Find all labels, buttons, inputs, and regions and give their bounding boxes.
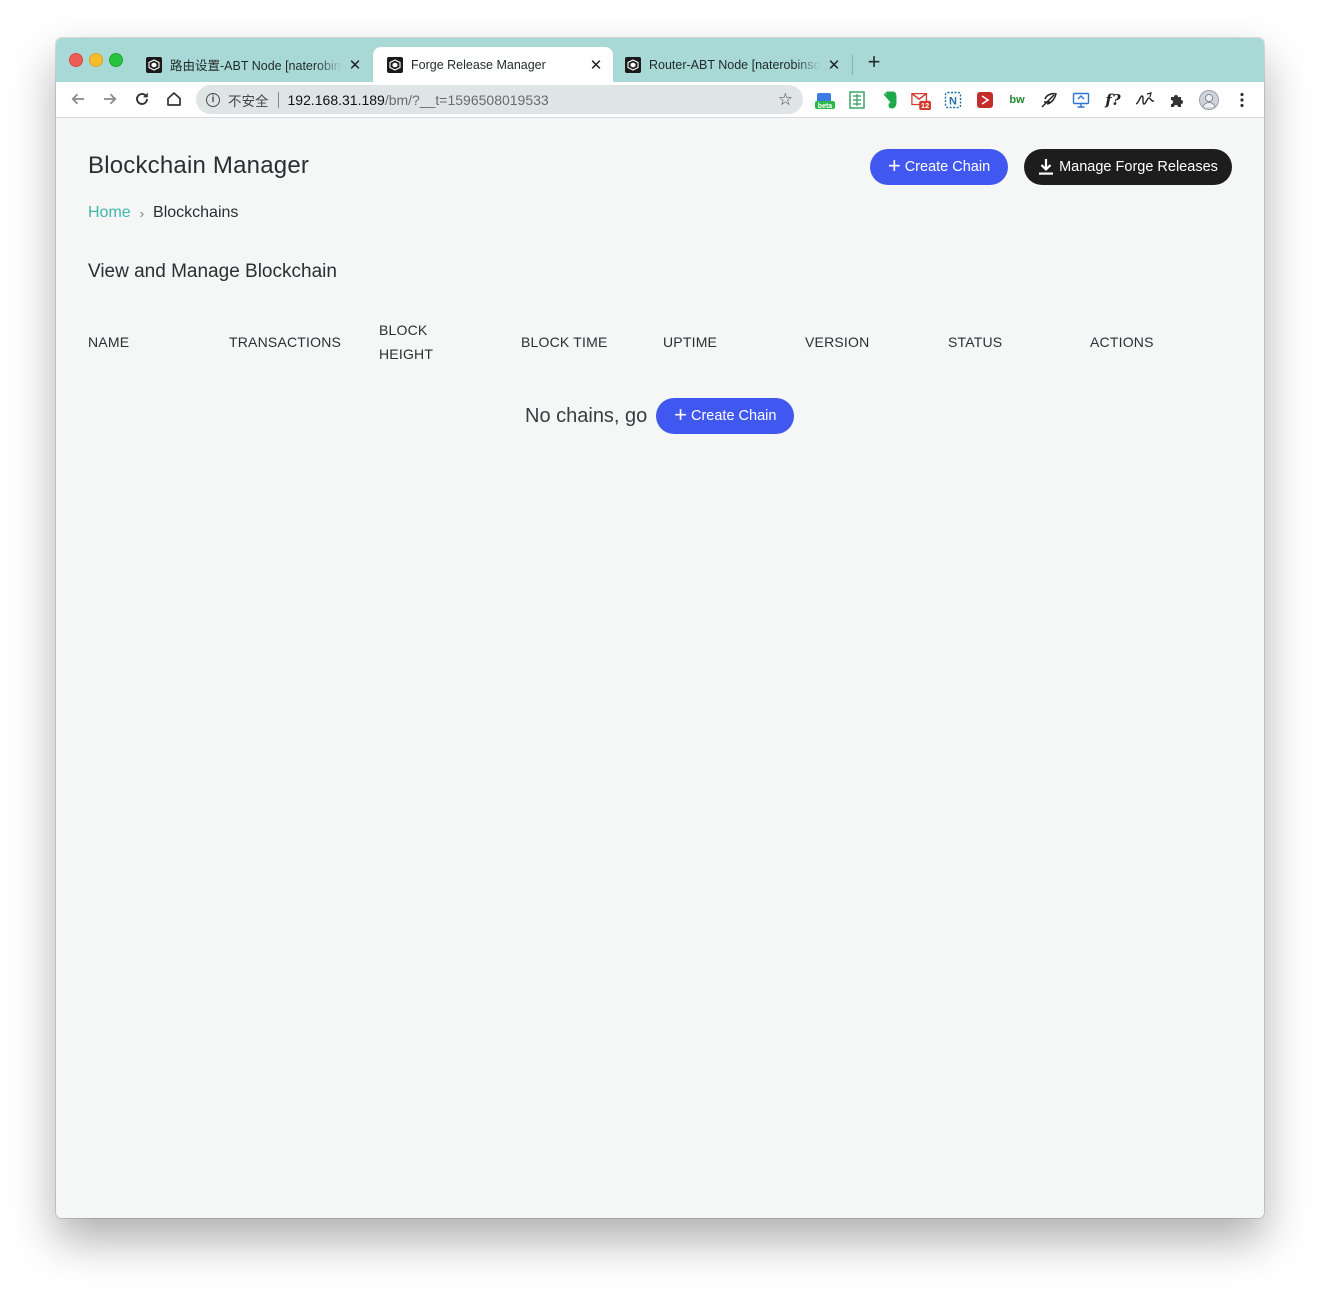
formula-extension-icon[interactable]: f?	[1103, 90, 1123, 110]
maximize-window-button[interactable]	[109, 53, 123, 67]
column-header-actions: ACTIONS	[1090, 334, 1154, 350]
breadcrumb-home-link[interactable]: Home	[88, 204, 131, 222]
address-path: /bm/?__t=1596508019533	[384, 91, 549, 108]
forward-button[interactable]	[98, 87, 122, 111]
column-header-version: VERSION	[805, 334, 870, 350]
feather-extension-icon[interactable]	[1039, 90, 1059, 110]
manage-forge-releases-label: Manage Forge Releases	[1059, 159, 1218, 175]
breadcrumb-separator: ›	[139, 205, 145, 221]
tab-title: 路由设置-ABT Node [naterobinson]	[170, 59, 342, 73]
minimize-window-button[interactable]	[89, 53, 103, 67]
back-arrow-icon	[71, 93, 84, 105]
download-icon	[1039, 159, 1054, 175]
evernote-extension-icon[interactable]	[879, 90, 899, 110]
svg-text:beta: beta	[818, 103, 833, 110]
reload-icon	[136, 92, 148, 105]
tab-router-abt-node[interactable]: Router-ABT Node [naterobinson] ✕	[611, 47, 851, 82]
close-window-button[interactable]	[69, 53, 83, 67]
browser-window: 路由设置-ABT Node [naterobinson] ✕ Forge Rel…	[56, 38, 1264, 1218]
tab-title: Router-ABT Node [naterobinson]	[649, 57, 821, 72]
red-extension-icon[interactable]	[975, 90, 995, 110]
column-header-uptime: UPTIME	[663, 334, 718, 350]
column-header-transactions: TRANSACTIONS	[229, 334, 342, 350]
abt-node-favicon-icon	[146, 56, 162, 73]
new-tab-button[interactable]: +	[862, 51, 886, 75]
page-title: Blockchain Manager	[88, 152, 310, 179]
create-chain-label: Create Chain	[691, 408, 777, 424]
tab-title: Forge Release Manager	[411, 57, 546, 72]
address-host: 192.168.31.189	[287, 91, 385, 108]
bw-extension-icon[interactable]: bw	[1007, 90, 1027, 110]
breadcrumb: Home › Blockchains	[88, 204, 238, 222]
page-content: Blockchain Manager + Create Chain Manage…	[56, 118, 1264, 1218]
sheets-extension-icon[interactable]	[847, 90, 867, 110]
close-tab-icon[interactable]: ✕	[827, 56, 841, 74]
screen-extension-icon[interactable]	[1071, 90, 1091, 110]
column-header-block-time: BLOCK TIME	[521, 334, 608, 350]
column-header-status: STATUS	[948, 334, 1003, 350]
address-bar[interactable]: i 不安全 192.168.31.189/bm/?__t=15965080195…	[196, 85, 803, 114]
tab-router-settings[interactable]: 路由设置-ABT Node [naterobinson] ✕	[132, 47, 372, 82]
plus-icon: +	[887, 153, 901, 178]
column-header-name: NAME	[88, 334, 130, 350]
bookmark-star-icon[interactable]: ☆	[778, 90, 793, 110]
site-info-icon[interactable]: i	[206, 92, 220, 107]
breadcrumb-current: Blockchains	[153, 204, 239, 221]
empty-state: No chains, go + Create Chain	[525, 398, 795, 434]
tab-divider	[852, 55, 853, 75]
tab-forge-release-manager[interactable]: Forge Release Manager ✕	[373, 47, 613, 82]
gmail-extension-icon[interactable]: 12	[911, 90, 931, 110]
create-chain-button[interactable]: + Create Chain	[870, 149, 1008, 185]
empty-state-create-chain-button[interactable]: + Create Chain	[656, 398, 795, 434]
profile-avatar-icon[interactable]	[1199, 90, 1219, 110]
forward-arrow-icon	[104, 93, 117, 105]
tab-strip: 路由设置-ABT Node [naterobinson] ✕ Forge Rel…	[56, 38, 1264, 82]
back-button[interactable]	[66, 87, 90, 111]
kebab-menu-icon[interactable]	[1232, 90, 1252, 110]
puzzle-extensions-icon[interactable]	[1167, 90, 1187, 110]
reload-button[interactable]	[130, 87, 154, 111]
abt-node-favicon-icon	[387, 56, 403, 73]
create-chain-label: Create Chain	[904, 159, 991, 175]
security-label: 不安全	[228, 93, 269, 109]
home-icon	[167, 92, 181, 106]
plus-icon: +	[674, 402, 687, 427]
browser-toolbar: i 不安全 192.168.31.189/bm/?__t=15965080195…	[56, 82, 1264, 118]
close-tab-icon[interactable]: ✕	[589, 56, 603, 74]
signature-extension-icon[interactable]	[1135, 90, 1155, 110]
svg-text:N: N	[949, 96, 957, 108]
manage-forge-releases-button[interactable]: Manage Forge Releases	[1024, 149, 1232, 185]
notion-extension-icon[interactable]: N	[943, 90, 963, 110]
home-button[interactable]	[162, 87, 186, 111]
section-title: View and Manage Blockchain	[88, 261, 337, 282]
address-divider	[277, 91, 279, 108]
wallet-beta-extension-icon[interactable]: beta	[815, 90, 835, 110]
svg-text:12: 12	[921, 101, 929, 110]
abt-node-favicon-icon	[625, 56, 641, 73]
empty-state-message: No chains, go	[525, 404, 648, 427]
column-header-block-height: BLOCK HEIGHT	[379, 322, 434, 362]
close-tab-icon[interactable]: ✕	[348, 56, 362, 74]
